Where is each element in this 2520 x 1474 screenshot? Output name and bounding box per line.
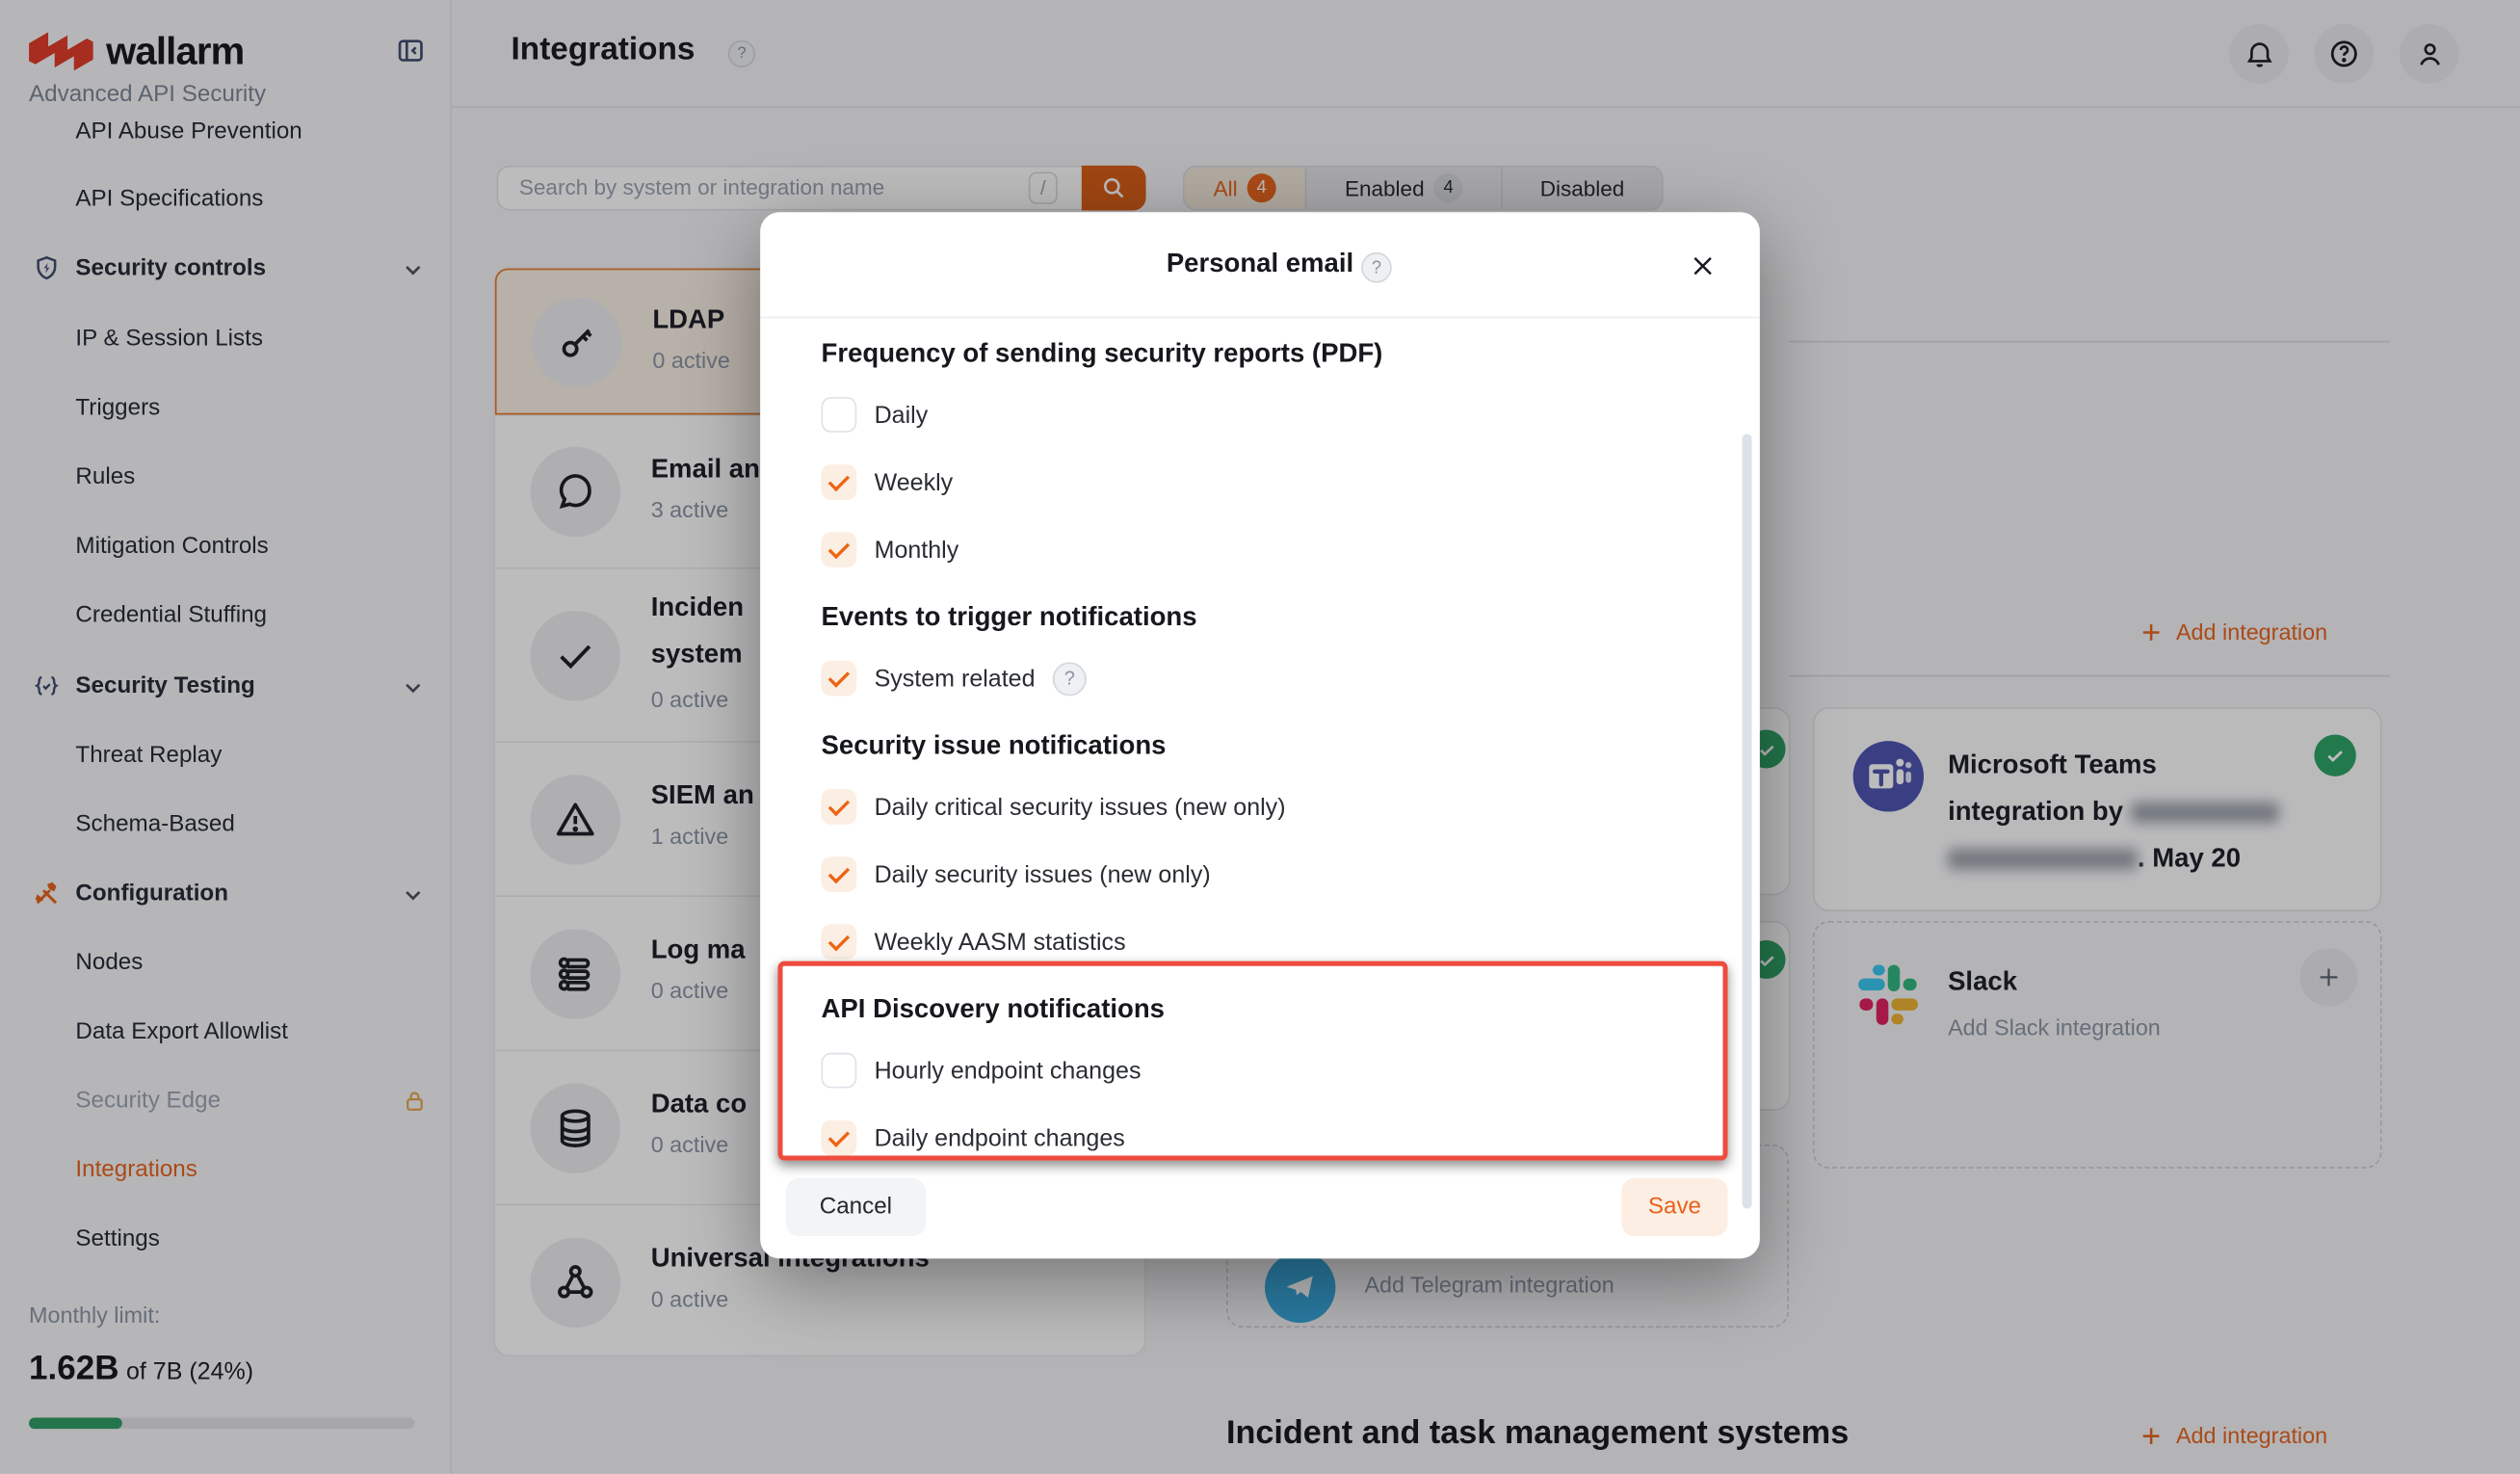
modal-header: Personal email ? xyxy=(760,212,1760,318)
section-heading-security-issues: Security issue notifications xyxy=(822,726,1721,765)
option-hourly-endpoint: Hourly endpoint changes xyxy=(822,1053,1721,1089)
option-weekly: Weekly xyxy=(822,464,1721,500)
checkbox-weekly-aasm[interactable] xyxy=(822,924,857,960)
section-heading-frequency: Frequency of sending security reports (P… xyxy=(822,334,1721,373)
option-system-related: System related ? xyxy=(822,661,1721,697)
checkbox-system-related[interactable] xyxy=(822,661,857,697)
section-heading-events: Events to trigger notifications xyxy=(822,598,1721,637)
modal-body: Frequency of sending security reports (P… xyxy=(822,318,1721,1155)
modal-scrollbar[interactable] xyxy=(1743,434,1752,1208)
checkbox-daily-endpoint[interactable] xyxy=(822,1120,857,1156)
option-daily: Daily xyxy=(822,397,1721,433)
option-daily-critical: Daily critical security issues (new only… xyxy=(822,789,1721,825)
checkbox-daily-critical[interactable] xyxy=(822,789,857,825)
checkbox-monthly[interactable] xyxy=(822,532,857,567)
section-heading-api-discovery: API Discovery notifications xyxy=(822,990,1721,1029)
cancel-button[interactable]: Cancel xyxy=(786,1178,926,1236)
option-weekly-aasm: Weekly AASM statistics xyxy=(822,924,1721,960)
checkbox-daily[interactable] xyxy=(822,397,857,433)
checkbox-daily-security[interactable] xyxy=(822,856,857,892)
option-monthly: Monthly xyxy=(822,532,1721,567)
close-icon[interactable] xyxy=(1689,252,1716,279)
wallarm-console: wallarm Advanced API Security API Abuse … xyxy=(0,0,2520,1474)
modal-title: Personal email xyxy=(760,250,1760,280)
checkbox-hourly-endpoint[interactable] xyxy=(822,1053,857,1089)
option-daily-security: Daily security issues (new only) xyxy=(822,856,1721,892)
modal-help-icon[interactable]: ? xyxy=(1361,252,1392,283)
personal-email-modal: Personal email ? Frequency of sending se… xyxy=(760,212,1760,1258)
save-button[interactable]: Save xyxy=(1621,1178,1727,1236)
option-daily-endpoint: Daily endpoint changes xyxy=(822,1120,1721,1156)
checkbox-weekly[interactable] xyxy=(822,464,857,500)
system-related-help-icon[interactable]: ? xyxy=(1053,662,1087,696)
